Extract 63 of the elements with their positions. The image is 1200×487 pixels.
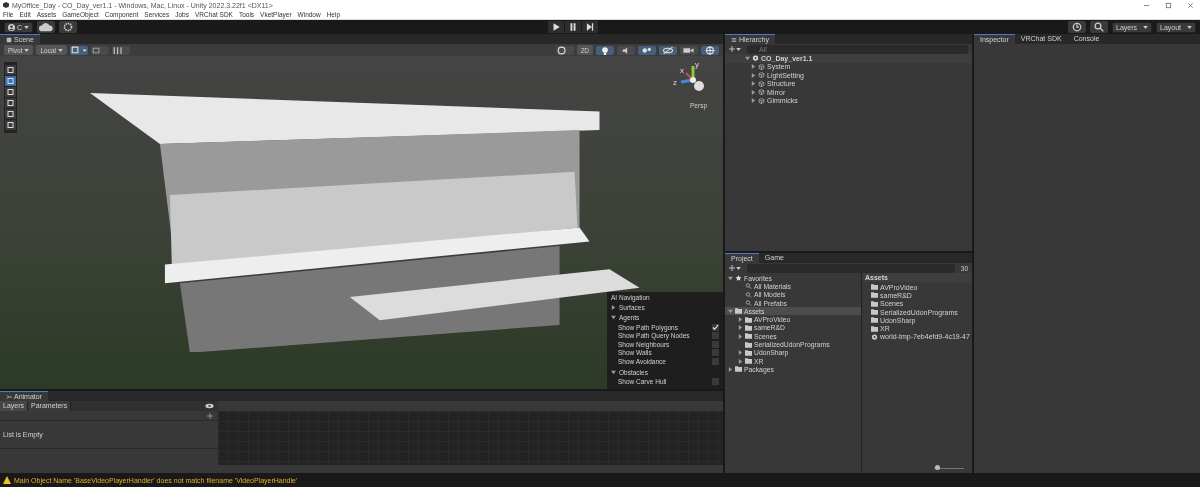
transform-tool-icon[interactable] (5, 98, 16, 108)
scene-icon (871, 333, 878, 340)
dropdown-caret-icon (24, 48, 30, 52)
checkbox[interactable] (712, 378, 719, 386)
visibility-icon[interactable] (659, 45, 677, 55)
slider-thumb[interactable] (934, 465, 940, 470)
audio-icon[interactable] (617, 45, 635, 55)
history-icon[interactable] (1068, 21, 1086, 33)
checkbox[interactable] (712, 357, 719, 365)
caret-icon[interactable] (611, 315, 616, 320)
play-icon[interactable] (547, 21, 564, 33)
search-icon[interactable] (1090, 21, 1108, 33)
caret-icon[interactable] (738, 317, 743, 323)
search-icon (745, 300, 752, 307)
draw-mode-icon[interactable] (555, 45, 574, 55)
caret-icon[interactable] (738, 350, 743, 356)
add-icon[interactable] (207, 412, 213, 419)
transform-tool-icon[interactable] (5, 65, 16, 75)
settings-icon[interactable] (59, 21, 78, 33)
transform-tool-icon[interactable] (5, 76, 16, 86)
dropdown-caret-icon (1143, 25, 1148, 29)
window-icon (6, 36, 12, 43)
caret-icon[interactable] (611, 369, 616, 375)
dropdown-caret-icon (24, 25, 30, 29)
create-button[interactable] (729, 46, 741, 52)
transform-tool-icon[interactable] (5, 120, 16, 130)
warning-icon (3, 476, 11, 484)
checkbox[interactable] (712, 323, 719, 331)
caret-icon[interactable] (728, 366, 733, 372)
close-icon[interactable] (1187, 1, 1194, 9)
cloud-icon[interactable] (37, 21, 56, 33)
dropdown-caret-icon (58, 48, 63, 52)
terminal-icon (6, 393, 12, 400)
caret-icon[interactable] (738, 358, 743, 364)
cube-logo-icon (3, 2, 9, 8)
checkbox[interactable] (712, 340, 719, 348)
step-icon[interactable] (581, 21, 598, 33)
caret-icon[interactable] (728, 275, 733, 281)
star-icon (735, 275, 742, 282)
list-icon (731, 36, 737, 43)
gizmos-icon[interactable] (701, 45, 719, 55)
increment-icon[interactable] (112, 45, 130, 55)
snap-icon[interactable] (91, 45, 109, 55)
caret-icon[interactable] (738, 325, 743, 331)
maximize-icon[interactable] (1165, 1, 1172, 9)
caret-icon[interactable] (738, 333, 743, 339)
transform-tool-icon[interactable] (5, 109, 16, 119)
grid-snap-icon[interactable] (70, 45, 88, 55)
camera-icon[interactable] (680, 45, 698, 55)
checkbox[interactable] (712, 332, 719, 340)
cube-icon (758, 63, 765, 70)
effects-icon[interactable] (638, 45, 656, 55)
avatar-icon (8, 23, 15, 31)
dropdown-caret-icon (1187, 25, 1192, 29)
search-field[interactable] (747, 263, 955, 273)
eye-icon[interactable] (205, 403, 214, 409)
caret-icon[interactable] (611, 305, 616, 310)
caret-icon[interactable] (728, 308, 733, 314)
pause-icon[interactable] (564, 21, 581, 33)
create-button[interactable] (729, 265, 741, 271)
checkbox[interactable] (712, 349, 719, 357)
transform-tool-icon[interactable] (5, 87, 16, 97)
light-bulb-icon[interactable] (596, 45, 614, 55)
